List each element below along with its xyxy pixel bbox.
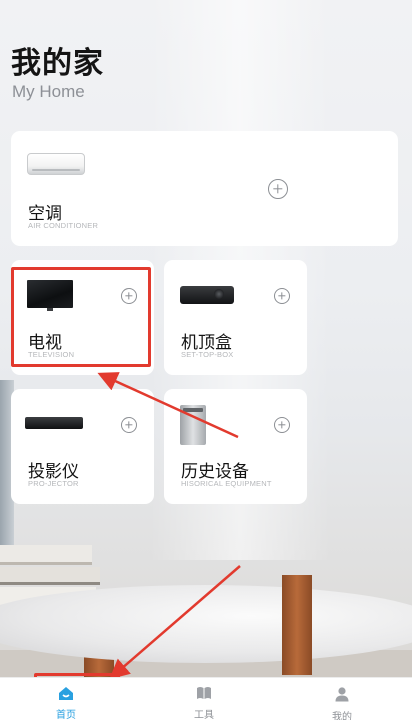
highlight-box-television — [11, 267, 151, 367]
book — [0, 567, 100, 585]
tab-tools[interactable]: 工具 — [164, 678, 244, 720]
device-subtitle: PRO-JECTOR — [28, 479, 79, 488]
page-subtitle: My Home — [12, 82, 85, 101]
home-icon — [59, 687, 73, 700]
book — [0, 545, 92, 565]
table-top — [0, 585, 412, 663]
tab-home[interactable]: 首页 — [26, 678, 106, 720]
tab-mine-label: 我的 — [332, 712, 352, 720]
add-icon[interactable] — [274, 417, 290, 433]
set-top-box-icon — [180, 286, 234, 304]
add-icon[interactable] — [121, 417, 137, 433]
device-card-projector[interactable]: 投影仪 PRO-JECTOR — [11, 389, 154, 504]
tab-mine[interactable]: 我的 — [302, 678, 382, 720]
add-icon[interactable] — [268, 179, 288, 199]
device-card-set-top-box[interactable]: 机顶盒 SET-TOP-BOX — [164, 260, 307, 375]
tab-tools-label: 工具 — [194, 710, 214, 720]
device-subtitle: HISORICAL EQUIPMENT — [181, 479, 272, 488]
air-conditioner-icon — [27, 153, 85, 175]
device-subtitle: SET-TOP-BOX — [181, 350, 234, 359]
tab-home-label: 首页 — [56, 710, 76, 720]
projector-icon — [25, 417, 83, 429]
bottom-tab-bar: 首页 工具 我的 — [0, 677, 412, 720]
book-icon — [197, 687, 211, 699]
device-subtitle: AIR CONDITIONER — [28, 221, 99, 230]
history-device-icon — [180, 405, 206, 445]
device-card-air-conditioner[interactable]: 空调 AIR CONDITIONER — [11, 131, 398, 246]
user-icon — [335, 687, 349, 702]
page-title: 我的家 — [11, 47, 104, 80]
add-icon[interactable] — [274, 288, 290, 304]
device-card-history[interactable]: 历史设备 HISORICAL EQUIPMENT — [164, 389, 307, 504]
table-leg — [282, 575, 312, 675]
